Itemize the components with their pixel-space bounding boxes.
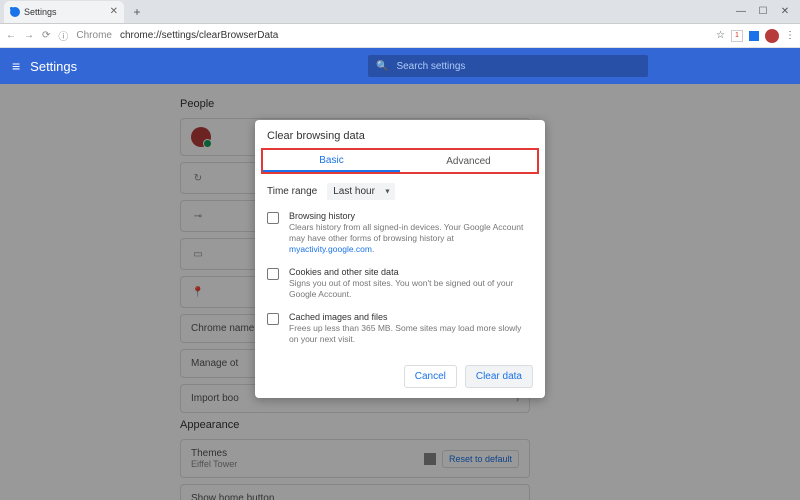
profile-avatar-icon[interactable] [765,29,779,43]
back-button[interactable]: ← [6,30,16,41]
clear-browsing-data-dialog: Clear browsing data Basic Advanced Time … [255,120,545,398]
time-range-label: Time range [267,186,317,197]
cancel-button[interactable]: Cancel [404,365,457,388]
extension-badge[interactable]: 1 [731,30,743,42]
minimize-button[interactable]: — [734,6,748,17]
page-title: Settings [30,59,77,74]
close-tab-icon[interactable]: ✕ [110,6,118,17]
search-placeholder: Search settings [396,61,465,72]
opt2-title: Cookies and other site data [289,267,533,277]
clear-data-button[interactable]: Clear data [465,365,533,388]
checkbox-cache[interactable] [267,313,279,325]
reload-button[interactable]: ⟳ [42,30,50,41]
dialog-title: Clear browsing data [255,120,545,148]
tab-advanced[interactable]: Advanced [400,150,537,172]
modal-overlay: Clear browsing data Basic Advanced Time … [0,84,800,500]
extension-icon[interactable] [749,31,759,41]
opt2-sub: Signs you out of most sites. You won't b… [289,278,533,300]
menu-icon[interactable]: ⋮ [785,30,794,41]
url-scheme: Chrome [76,30,112,41]
time-range-select[interactable]: Last hour ▼ [327,186,395,197]
checkbox-browsing-history[interactable] [267,212,279,224]
window-close-button[interactable]: ✕ [778,6,792,17]
dialog-tabs-highlight: Basic Advanced [261,148,539,174]
hamburger-icon[interactable]: ≡ [12,58,20,74]
search-input[interactable]: 🔍 Search settings [368,55,648,77]
url-path[interactable]: chrome://settings/clearBrowserData [120,30,278,41]
myactivity-link[interactable]: myactivity.google.com [289,244,372,254]
opt1-title: Browsing history [289,211,533,221]
tab-basic[interactable]: Basic [263,150,400,172]
tab-title: Settings [24,7,57,17]
maximize-button[interactable]: ☐ [756,6,770,17]
opt3-title: Cached images and files [289,312,533,322]
settings-icon [10,7,20,17]
forward-button[interactable]: → [24,30,34,41]
bookmark-star-icon[interactable]: ☆ [716,30,725,41]
time-range-value: Last hour [327,183,395,200]
checkbox-cookies[interactable] [267,268,279,280]
opt3-sub: Frees up less than 365 MB. Some sites ma… [289,323,533,345]
search-icon: 🔍 [376,61,388,72]
browser-tab[interactable]: Settings ✕ [4,1,124,23]
new-tab-button[interactable]: + [128,3,146,21]
